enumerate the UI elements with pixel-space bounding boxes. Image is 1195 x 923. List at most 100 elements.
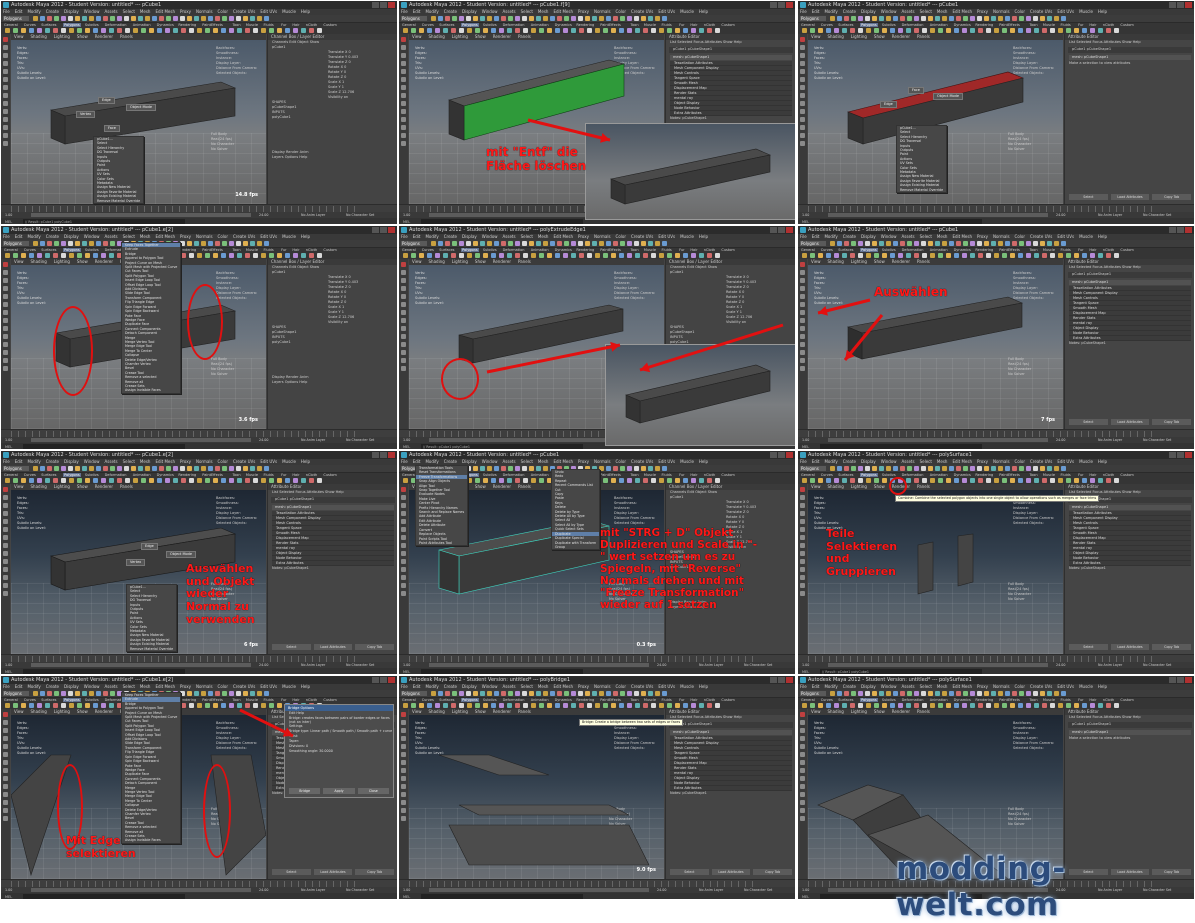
- shelf-tool-icon[interactable]: [619, 478, 624, 483]
- shelf-tab-subdivs[interactable]: Subdivs: [483, 248, 497, 252]
- viewport-menu-view[interactable]: View: [412, 259, 422, 264]
- status-tool-icon[interactable]: [480, 691, 485, 696]
- minimize-button[interactable]: [770, 677, 777, 683]
- shelf-tab-toon[interactable]: Toon: [233, 23, 241, 27]
- viewport-menu-panels[interactable]: Panels: [518, 709, 531, 714]
- status-tool-icon[interactable]: [536, 466, 541, 471]
- menu-color[interactable]: Color: [616, 9, 626, 14]
- close-button[interactable]: [388, 452, 395, 458]
- status-tool-icon[interactable]: [194, 466, 199, 471]
- close-button[interactable]: [388, 677, 395, 683]
- shelf-tab-polygons[interactable]: Polygons: [860, 473, 878, 477]
- shelf-tab-hair[interactable]: Hair: [1089, 248, 1096, 252]
- minimize-button[interactable]: [1169, 227, 1176, 233]
- shelf-tool-icon[interactable]: [85, 703, 90, 708]
- status-tool-icon[interactable]: [921, 691, 926, 696]
- shelf-tab-ncloth[interactable]: nCloth: [704, 698, 715, 702]
- tool-icon[interactable]: [401, 760, 406, 765]
- status-tool-icon[interactable]: [935, 691, 940, 696]
- command-input[interactable]: [421, 894, 583, 899]
- tool-icon[interactable]: [3, 495, 8, 500]
- tool-icon[interactable]: [800, 567, 805, 572]
- status-tool-icon[interactable]: [1026, 241, 1031, 246]
- menu-assets[interactable]: Assets: [902, 459, 915, 464]
- menu-display[interactable]: Display: [462, 9, 477, 14]
- shelf-tool-icon[interactable]: [523, 253, 528, 258]
- status-tool-icon[interactable]: [858, 16, 863, 21]
- shelf-tool-icon[interactable]: [898, 703, 903, 708]
- status-tool-icon[interactable]: [466, 241, 471, 246]
- status-tool-icon[interactable]: [445, 16, 450, 21]
- shelf-tab-subdivs[interactable]: Subdivs: [882, 473, 896, 477]
- shelf-tool-icon[interactable]: [53, 478, 58, 483]
- shelf-tool-icon[interactable]: [922, 478, 927, 483]
- status-tool-icon[interactable]: [536, 16, 541, 21]
- menu-normals[interactable]: Normals: [594, 459, 611, 464]
- tool-icon[interactable]: [3, 527, 8, 532]
- piece-right[interactable]: [957, 533, 974, 587]
- bridge-face[interactable]: [448, 824, 650, 866]
- tool-icon[interactable]: [800, 551, 805, 556]
- viewport-menu-view[interactable]: View: [14, 259, 24, 264]
- status-tool-icon[interactable]: [571, 691, 576, 696]
- status-tool-icon[interactable]: [956, 691, 961, 696]
- status-tool-icon[interactable]: [452, 241, 457, 246]
- status-tool-icon[interactable]: [578, 241, 583, 246]
- status-tool-icon[interactable]: [89, 466, 94, 471]
- menu-create[interactable]: Create: [444, 684, 457, 689]
- menu-normals[interactable]: Normals: [594, 234, 611, 239]
- shelf-tool-icon[interactable]: [603, 253, 608, 258]
- status-tool-icon[interactable]: [243, 241, 248, 246]
- status-tool-icon[interactable]: [550, 241, 555, 246]
- tool-icon[interactable]: [800, 816, 805, 821]
- status-tool-icon[interactable]: [564, 241, 569, 246]
- shelf-tool-icon[interactable]: [802, 478, 807, 483]
- tool-icon[interactable]: [401, 53, 406, 58]
- shelf-tab-rendering[interactable]: Rendering: [576, 248, 594, 252]
- status-tool-icon[interactable]: [229, 241, 234, 246]
- shelf-tab-muscle[interactable]: Muscle: [644, 23, 656, 27]
- shelf-tool-icon[interactable]: [301, 478, 306, 483]
- minimize-button[interactable]: [770, 452, 777, 458]
- shelf-tool-icon[interactable]: [229, 253, 234, 258]
- status-tool-icon[interactable]: [613, 241, 618, 246]
- viewport-menu-lighting[interactable]: Lighting: [452, 34, 468, 39]
- menu-normals[interactable]: Normals: [993, 9, 1010, 14]
- menu-select[interactable]: Select: [920, 459, 932, 464]
- viewport-menu-show[interactable]: Show: [874, 34, 885, 39]
- status-tool-icon[interactable]: [942, 691, 947, 696]
- shelf-tab-ncloth[interactable]: nCloth: [1103, 698, 1114, 702]
- menu-file[interactable]: File: [401, 9, 408, 14]
- bridge-top-2[interactable]: [458, 804, 630, 816]
- tool-icon[interactable]: [401, 77, 406, 82]
- shelf-tool-icon[interactable]: [571, 253, 576, 258]
- shelf-tool-icon[interactable]: [29, 253, 34, 258]
- tool-icon[interactable]: [3, 776, 8, 781]
- menu-file[interactable]: File: [401, 684, 408, 689]
- shelf-tool-icon[interactable]: [563, 28, 568, 33]
- status-tool-icon[interactable]: [117, 16, 122, 21]
- shelf-tool-icon[interactable]: [197, 478, 202, 483]
- shelf-tool-icon[interactable]: [874, 28, 879, 33]
- shelf-tab-subdivs[interactable]: Subdivs: [882, 248, 896, 252]
- viewport-menu-view[interactable]: View: [14, 484, 24, 489]
- status-tool-icon[interactable]: [1033, 691, 1038, 696]
- menu-display[interactable]: Display: [462, 234, 477, 239]
- shelf-tab-deformation[interactable]: Deformation: [503, 248, 525, 252]
- shelf-tool-icon[interactable]: [651, 703, 656, 708]
- shelf-tab-toon[interactable]: Toon: [233, 473, 241, 477]
- status-tool-icon[interactable]: [47, 16, 52, 21]
- tool-icon[interactable]: [401, 503, 406, 508]
- shelf-tool-icon[interactable]: [189, 703, 194, 708]
- shelf-tool-icon[interactable]: [205, 253, 210, 258]
- tool-icon[interactable]: [800, 519, 805, 524]
- menu-mesh[interactable]: Mesh: [937, 234, 948, 239]
- shelf-tab-curves[interactable]: Curves: [422, 23, 434, 27]
- status-tool-icon[interactable]: [942, 16, 947, 21]
- status-tool-icon[interactable]: [543, 691, 548, 696]
- tool-icon[interactable]: [401, 591, 406, 596]
- tool-icon[interactable]: [800, 535, 805, 540]
- shelf-tool-icon[interactable]: [994, 28, 999, 33]
- menu-assets[interactable]: Assets: [902, 684, 915, 689]
- tool-icon[interactable]: [401, 133, 406, 138]
